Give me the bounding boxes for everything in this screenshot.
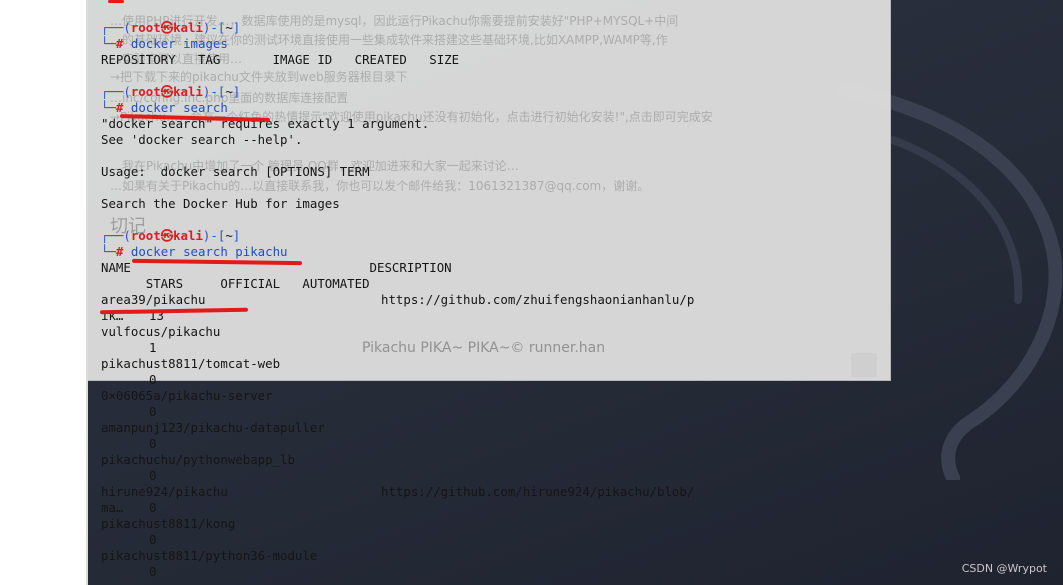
csdn-watermark: CSDN @Wrypot	[961, 562, 1047, 575]
result-stars: 0	[149, 436, 157, 451]
result-name: pikachust8811/tomcat-web	[101, 356, 281, 371]
result-stars: 0	[149, 468, 157, 483]
result-stars: 0	[149, 532, 157, 547]
result-name: area39/pikachu	[101, 292, 206, 307]
prompt-header: ┌──(root㉿kali)-[~]	[101, 228, 241, 243]
images-table-header: REPOSITORY TAG IMAGE ID CREATED SIZE	[101, 52, 460, 67]
result-name: vulfocus/pikachu	[101, 324, 221, 339]
results-header-columns: STARS OFFICIAL AUTOMATED	[101, 276, 370, 291]
help-hint-line: See 'docker search --help'.	[101, 132, 303, 147]
annotation-underline	[108, 0, 124, 3]
usage-line: Usage: docker search [OPTIONS] TERM	[101, 164, 370, 179]
command-text: docker images	[130, 36, 228, 51]
result-stars: 0	[149, 404, 157, 419]
result-name: 0×06065a/pikachu-server	[101, 388, 273, 403]
prompt-command-line: └─# docker search pikachu	[101, 244, 288, 259]
terminal-output[interactable]: ┌──(root㉿kali)-[~] └─# docker images REP…	[101, 0, 881, 585]
result-description: https://github.com/hirune924/pikachu/blo…	[381, 484, 695, 499]
result-stars: 1	[149, 340, 157, 355]
result-name: pikachust8811/kong	[101, 516, 236, 531]
description-line: Search the Docker Hub for images	[101, 196, 340, 211]
command-text: docker search	[130, 100, 228, 115]
result-desc-continuation: ma…	[101, 500, 124, 515]
result-stars: 0	[149, 564, 157, 579]
result-name: pikachuchu/pythonwebapp_lb	[101, 452, 295, 467]
command-text: docker search pikachu	[130, 244, 288, 259]
prompt-header: ┌──(root㉿kali)-[~]	[101, 84, 241, 99]
result-name: amanpunj123/pikachu-datapuller	[101, 420, 325, 435]
prompt-header: ┌──(root㉿kali)-[~]	[101, 20, 241, 35]
result-stars: 0	[149, 372, 157, 387]
result-description: https://github.com/zhuifengshaonianhanlu…	[381, 292, 695, 307]
result-name: pikachust8811/python36-module	[101, 548, 318, 563]
page-left-margin	[0, 0, 86, 585]
result-name: hirune924/pikachu	[101, 484, 228, 499]
result-stars: 0	[149, 500, 157, 515]
prompt-command-line: └─# docker images	[101, 36, 228, 51]
